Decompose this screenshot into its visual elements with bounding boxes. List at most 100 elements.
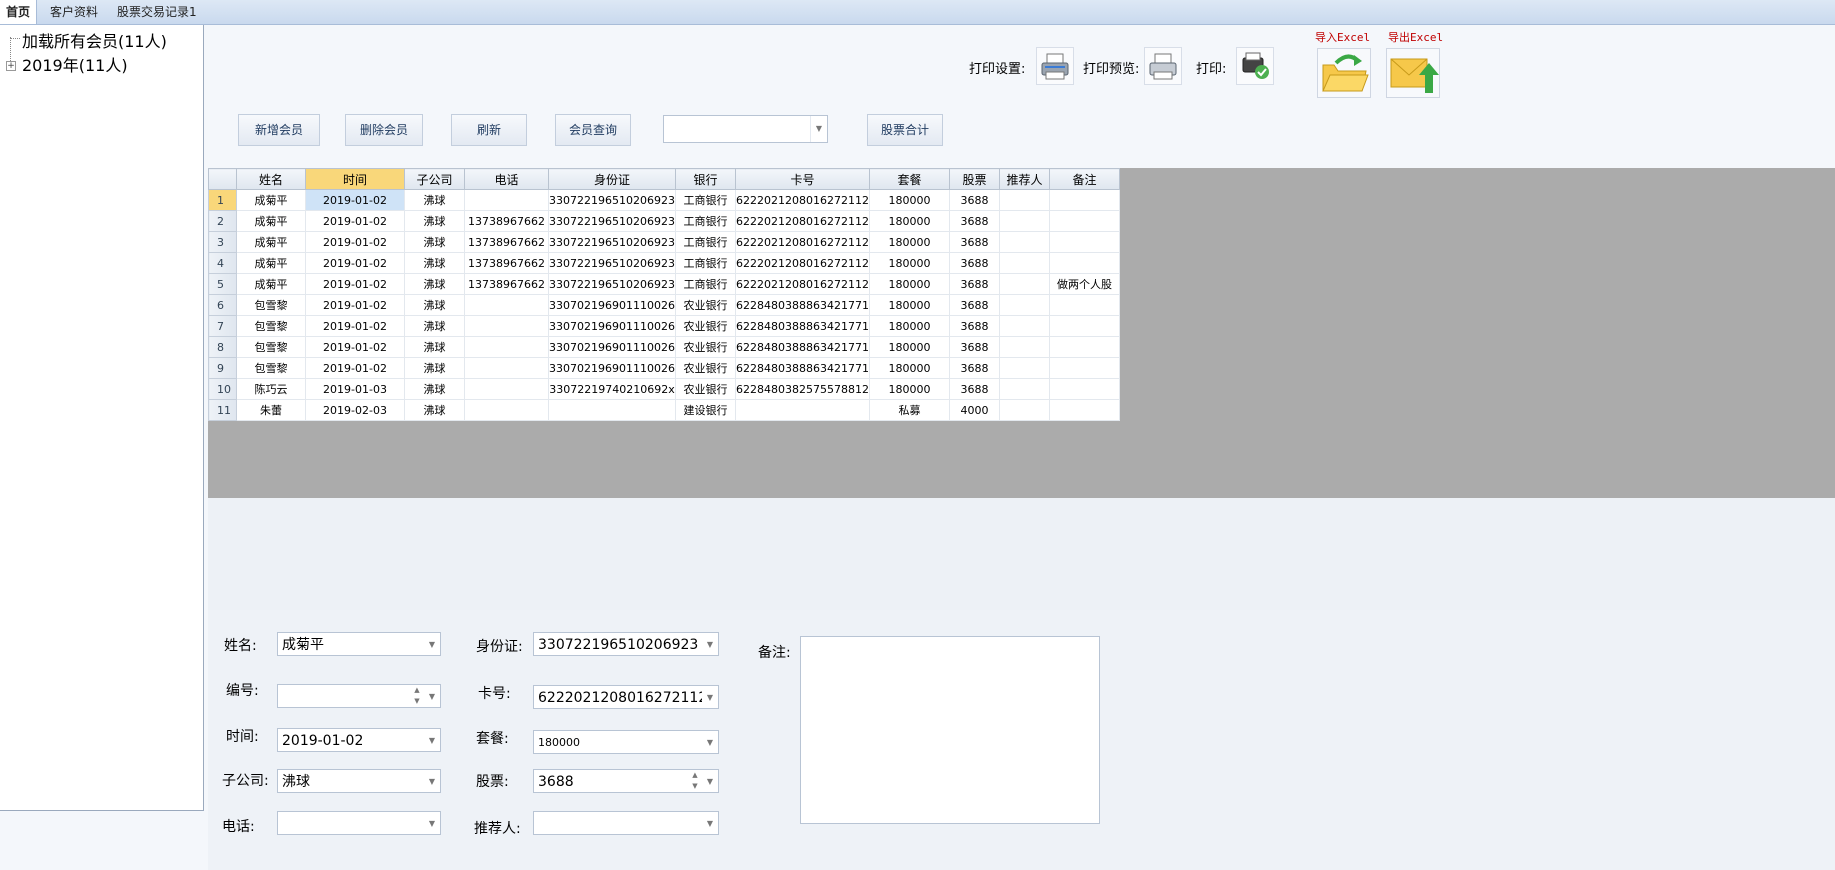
- col-header[interactable]: 姓名: [236, 168, 306, 190]
- table-row[interactable]: 7 包雪黎 2019-01-02 沸球 330702196901110026 农业银行 62…: [208, 315, 1120, 337]
- table-cell[interactable]: 包雪黎: [236, 357, 306, 379]
- table-cell[interactable]: 3688: [948, 210, 1000, 232]
- table-cell[interactable]: [1048, 210, 1120, 232]
- table-cell[interactable]: 沸球: [404, 399, 465, 421]
- row-number[interactable]: 11: [208, 399, 237, 421]
- table-cell[interactable]: 包雪黎: [236, 336, 306, 358]
- table-cell[interactable]: 2019-01-02: [305, 252, 405, 274]
- table-cell[interactable]: 330722196510206923: [548, 189, 676, 211]
- row-number[interactable]: 3: [208, 231, 237, 253]
- table-cell[interactable]: [1048, 189, 1120, 211]
- table-cell[interactable]: 180000: [868, 315, 950, 337]
- table-cell[interactable]: 6222021208016272112: [735, 189, 870, 211]
- table-cell[interactable]: [548, 399, 676, 421]
- row-number[interactable]: 1: [208, 189, 237, 211]
- tab-home[interactable]: 首页: [0, 0, 38, 24]
- table-cell[interactable]: [1048, 252, 1120, 274]
- member-query-select[interactable]: ▼: [663, 115, 828, 143]
- table-cell[interactable]: [1048, 315, 1120, 337]
- table-row[interactable]: 10 陈巧云 2019-01-03 沸球 33072219740210692x 农业银行 6…: [208, 378, 1120, 400]
- table-cell[interactable]: 3688: [948, 294, 1000, 316]
- col-header[interactable]: 推荐人: [998, 168, 1050, 190]
- table-cell[interactable]: [998, 210, 1050, 232]
- table-row[interactable]: 11 朱蕾 2019-02-03 沸球 建设银行 私募 4000: [208, 399, 1120, 421]
- table-cell[interactable]: 沸球: [404, 336, 465, 358]
- print-preview-button[interactable]: [1144, 47, 1182, 85]
- table-cell[interactable]: 330702196901110026: [548, 315, 676, 337]
- table-cell[interactable]: [1048, 378, 1120, 400]
- memo-textarea[interactable]: [800, 636, 1100, 824]
- col-header[interactable]: 股票: [948, 168, 1000, 190]
- chevron-down-icon[interactable]: ▼: [424, 633, 440, 655]
- chevron-down-icon[interactable]: ▼: [702, 731, 718, 753]
- time-field[interactable]: 2019-01-02 ▼: [277, 728, 441, 752]
- table-cell[interactable]: 工商银行: [675, 231, 736, 253]
- export-excel-button[interactable]: [1386, 48, 1440, 98]
- table-cell[interactable]: 农业银行: [675, 378, 736, 400]
- table-cell[interactable]: 330702196901110026: [548, 294, 676, 316]
- table-cell[interactable]: [998, 252, 1050, 274]
- row-number[interactable]: 5: [208, 273, 237, 295]
- table-row[interactable]: 3 成菊平 2019-01-02 沸球 13738967662 3307221965102…: [208, 231, 1120, 253]
- table-cell[interactable]: 6228480382575578812: [735, 378, 870, 400]
- table-cell[interactable]: 私募: [868, 399, 950, 421]
- table-cell[interactable]: 成菊平: [236, 231, 306, 253]
- table-cell[interactable]: 13738967662: [464, 231, 549, 253]
- table-cell[interactable]: 180000: [868, 189, 950, 211]
- table-cell[interactable]: [998, 357, 1050, 379]
- table-cell[interactable]: 沸球: [404, 210, 465, 232]
- refresh-button[interactable]: 刷新: [451, 114, 527, 146]
- table-cell[interactable]: [1048, 231, 1120, 253]
- table-cell[interactable]: 13738967662: [464, 273, 549, 295]
- table-cell[interactable]: 成菊平: [236, 189, 306, 211]
- table-cell[interactable]: [1048, 357, 1120, 379]
- table-row[interactable]: 4 成菊平 2019-01-02 沸球 13738967662 3307221965102…: [208, 252, 1120, 274]
- table-cell[interactable]: 沸球: [404, 294, 465, 316]
- table-cell[interactable]: 包雪黎: [236, 294, 306, 316]
- chevron-down-icon[interactable]: ▼: [424, 729, 440, 751]
- spin-arrows-icon[interactable]: ▲ ▼: [688, 770, 702, 792]
- table-cell[interactable]: [464, 378, 549, 400]
- table-cell[interactable]: 2019-01-02: [305, 336, 405, 358]
- col-header[interactable]: 时间: [305, 168, 405, 190]
- table-cell[interactable]: [735, 399, 870, 421]
- table-cell[interactable]: 180000: [868, 294, 950, 316]
- member-grid[interactable]: 姓名 时间 子公司 电话 身份证 银行 卡号 套餐 股票 推荐人 备注 1 成菊平…: [208, 168, 1120, 421]
- table-cell[interactable]: [1048, 294, 1120, 316]
- col-header[interactable]: 电话: [464, 168, 549, 190]
- table-cell[interactable]: 180000: [868, 273, 950, 295]
- table-cell[interactable]: 180000: [868, 231, 950, 253]
- member-query-button[interactable]: 会员查询: [555, 114, 631, 146]
- chevron-down-icon[interactable]: ▼: [702, 633, 718, 655]
- table-cell[interactable]: [464, 189, 549, 211]
- delete-member-button[interactable]: 删除会员: [345, 114, 423, 146]
- card-number-field[interactable]: 6222021208016272112 ▼: [533, 685, 719, 709]
- table-cell[interactable]: 330722196510206923: [548, 252, 676, 274]
- table-cell[interactable]: 6228480388863421771: [735, 315, 870, 337]
- tree-node-all-members[interactable]: 加载所有会员(11人): [22, 28, 167, 52]
- table-cell[interactable]: 沸球: [404, 189, 465, 211]
- table-cell[interactable]: [464, 399, 549, 421]
- add-member-button[interactable]: 新增会员: [238, 114, 320, 146]
- table-cell[interactable]: 陈巧云: [236, 378, 306, 400]
- table-cell[interactable]: 180000: [868, 210, 950, 232]
- chevron-down-icon[interactable]: ▼: [702, 686, 718, 708]
- name-field[interactable]: 成菊平 ▼: [277, 632, 441, 656]
- table-cell[interactable]: 6222021208016272112: [735, 252, 870, 274]
- table-cell[interactable]: 3688: [948, 231, 1000, 253]
- table-cell[interactable]: 33072219740210692x: [548, 378, 676, 400]
- row-number[interactable]: 9: [208, 357, 237, 379]
- table-cell[interactable]: 3688: [948, 273, 1000, 295]
- table-cell[interactable]: 3688: [948, 336, 1000, 358]
- tab-customer-info[interactable]: 客户资料: [44, 0, 104, 24]
- table-cell[interactable]: 2019-01-02: [305, 210, 405, 232]
- table-cell[interactable]: 农业银行: [675, 336, 736, 358]
- table-cell[interactable]: 工商银行: [675, 210, 736, 232]
- table-cell[interactable]: 3688: [948, 189, 1000, 211]
- table-cell[interactable]: 13738967662: [464, 252, 549, 274]
- table-cell[interactable]: 成菊平: [236, 252, 306, 274]
- table-cell[interactable]: 2019-01-03: [305, 378, 405, 400]
- chevron-down-icon[interactable]: ▼: [810, 116, 827, 142]
- phone-field[interactable]: ▼: [277, 811, 441, 835]
- row-number[interactable]: 4: [208, 252, 237, 274]
